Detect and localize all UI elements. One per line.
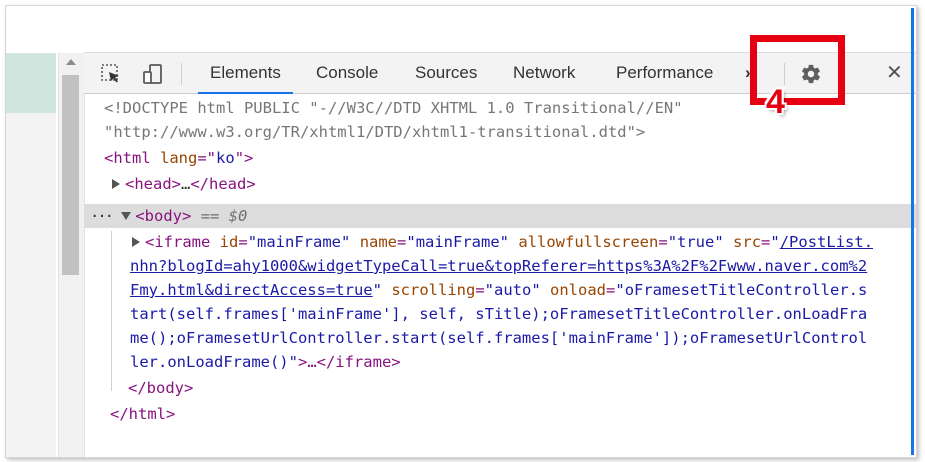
scroll-up-arrow-icon[interactable] (66, 59, 76, 65)
tab-performance[interactable]: Performance (616, 53, 713, 93)
collapse-triangle-icon[interactable] (121, 212, 132, 220)
window-edge-accent (911, 8, 914, 455)
expand-triangle-icon[interactable] (112, 179, 120, 189)
iframe-node-line-5: me();oFramesetUrlController.start(self.f… (130, 329, 868, 347)
tab-sources[interactable]: Sources (415, 53, 477, 93)
body-close-node[interactable]: </body> (128, 376, 193, 400)
iframe-src-link[interactable]: /PostList. (780, 233, 873, 251)
elements-panel: <!DOCTYPE html PUBLIC "-//W3C//DTD XHTML… (84, 94, 916, 457)
inspect-element-icon[interactable] (100, 63, 122, 85)
html-open-node[interactable]: <html lang="ko"> (104, 146, 253, 170)
iframe-src-link-end[interactable]: Fmy.html&directAccess=true (130, 281, 373, 299)
toolbar-separator (181, 63, 182, 85)
close-devtools-button[interactable]: ✕ (886, 53, 903, 93)
tab-elements[interactable]: Elements (198, 53, 293, 94)
annotation-highlight-box (750, 35, 845, 105)
doctype-line-1: <!DOCTYPE html PUBLIC "-//W3C//DTD XHTML… (104, 99, 683, 117)
expand-triangle-icon[interactable] (132, 237, 140, 247)
tree-guide-line (111, 231, 112, 391)
tab-elements-label: Elements (210, 63, 281, 82)
doctype-line-2: "http://www.w3.org/TR/xhtml1/DTD/xhtml1-… (104, 123, 646, 141)
iframe-node-line-4: tart(self.frames['mainFrame'], self, sTi… (130, 305, 868, 323)
page-preview-area (6, 113, 56, 457)
body-node-selected[interactable]: ··· <body> == $0 (90, 204, 247, 228)
more-options-dots[interactable]: ··· (90, 207, 114, 225)
iframe-src-link-cont[interactable]: nhn?blogId=ahy1000&widgetTypeCall=true&t… (130, 257, 867, 275)
iframe-node-line-3[interactable]: Fmy.html&directAccess=true" scrolling="a… (130, 278, 867, 302)
iframe-node-line-6[interactable]: ler.onLoadFrame()">…</iframe> (130, 350, 401, 374)
head-node[interactable]: <head>…</head> (112, 172, 256, 196)
page-scrollbar[interactable] (58, 53, 85, 457)
annotation-step-number: 4 (766, 83, 785, 121)
page-preview-strip (6, 53, 56, 113)
scroll-thumb[interactable] (62, 75, 79, 275)
html-close-node[interactable]: </html> (110, 402, 175, 426)
iframe-node-line-1[interactable]: <iframe id="mainFrame" name="mainFrame" … (132, 230, 873, 254)
tab-network[interactable]: Network (513, 53, 575, 93)
tab-console[interactable]: Console (316, 53, 378, 93)
iframe-node-line-2[interactable]: nhn?blogId=ahy1000&widgetTypeCall=true&t… (130, 254, 867, 278)
device-toolbar-icon[interactable] (142, 63, 164, 85)
